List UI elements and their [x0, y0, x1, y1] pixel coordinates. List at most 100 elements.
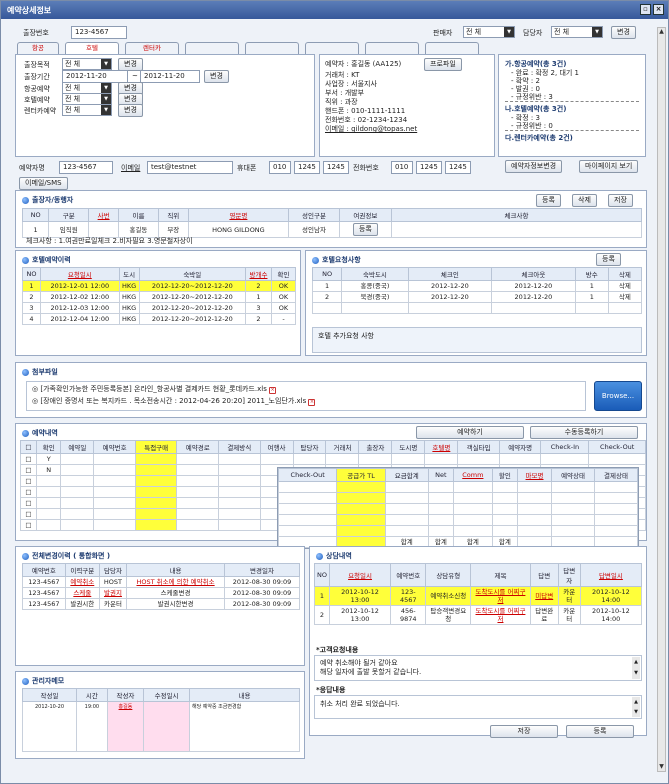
col-header: 이력구분: [64, 563, 100, 577]
agent-select[interactable]: 전 체: [551, 26, 603, 38]
table-row[interactable]: 1 2012-12-01 12:00 HKG 2012-12-20~2012-12-2…: [22, 280, 296, 292]
seller-select[interactable]: 전 체: [463, 26, 515, 38]
tab-empty-3[interactable]: [305, 42, 359, 54]
table-row[interactable]: 123-4567 스케줄 발권지 스케줄변경 2012-08-30 09:09: [22, 587, 300, 599]
row-checkbox[interactable]: □: [19, 508, 38, 520]
table-row[interactable]: [277, 492, 638, 504]
cell: 홍콩(중국): [341, 280, 409, 292]
attachment-file-name[interactable]: [가족확인가능한 주민등록등본] 온라인_항공사별 결제카드 현황_롯데카드.x…: [40, 385, 267, 393]
table-row[interactable]: [277, 481, 638, 493]
attachment-item[interactable]: ◎ [장애인 증명서 또는 복지카드 . 목소전송시간 : 2012-04-26…: [32, 396, 580, 408]
textarea-scroll-icon[interactable]: ▲ ▼: [632, 657, 640, 679]
scroll-up-icon[interactable]: ▲: [658, 28, 665, 36]
register-button[interactable]: 등록: [566, 725, 634, 738]
row-checkbox[interactable]: □: [19, 464, 38, 476]
contact-email-input[interactable]: test@testnet: [147, 161, 233, 174]
purpose-select[interactable]: 전 체: [62, 58, 112, 70]
table-row[interactable]: 4 2012-12-04 12:00 HKG 2012-12-20~2012-12-2…: [22, 313, 296, 325]
manual-register-button[interactable]: 수동등록하기: [530, 426, 638, 439]
tel-part3[interactable]: 1245: [445, 161, 471, 174]
delete-link[interactable]: 삭제: [607, 280, 643, 292]
mobile-part1[interactable]: 010: [269, 161, 291, 174]
summary-divider: [505, 101, 639, 102]
top-change-button[interactable]: 변경: [611, 26, 636, 39]
row-checkbox[interactable]: □: [19, 519, 38, 531]
cell[interactable]: 도착도시를 어찌구 저: [470, 605, 531, 625]
save-button[interactable]: 저장: [490, 725, 558, 738]
customer-request-box[interactable]: 예약 취소해야 될거 같아요 해당 일자에 출발 못할거 같습니다. ▲ ▼: [314, 655, 642, 681]
booker-info-change-button[interactable]: 예약자정보변경: [505, 160, 563, 173]
cell: 2012-12-04 12:00: [40, 313, 120, 325]
attachment-file-name[interactable]: [장애인 증명서 또는 복지카드 . 목소전송시간 : 2012-04-26 2…: [40, 397, 306, 405]
cell: 2: [245, 280, 272, 292]
table-row[interactable]: 2012-10-20 19:00 홍길동 해당 예약중 조금변경함: [22, 701, 300, 752]
row-checkbox[interactable]: □: [19, 475, 38, 487]
tab-rentcar[interactable]: 렌터카: [125, 42, 179, 54]
profile-button[interactable]: 프로파일: [424, 58, 462, 71]
car-change-button[interactable]: 변경: [118, 104, 143, 117]
reply-box[interactable]: 취소 처리 완료 되었습니다. ▲ ▼: [314, 695, 642, 719]
tab-empty-5[interactable]: [425, 42, 479, 54]
table-row[interactable]: 3 2012-12-03 12:00 HKG 2012-12-20~2012-12-2…: [22, 302, 296, 314]
table-row[interactable]: [277, 525, 638, 537]
cell: HKG: [118, 291, 140, 303]
table-row[interactable]: 1 홍콩(중국) 2012-12-20 2012-12-20 1 삭제: [311, 280, 643, 292]
row-checkbox[interactable]: □: [19, 486, 38, 498]
tel-part2[interactable]: 1245: [416, 161, 442, 174]
passport-register-button[interactable]: 등록: [352, 223, 378, 236]
date-to-input[interactable]: 2012-11-20: [140, 70, 200, 83]
scroll-down-icon[interactable]: ▼: [658, 763, 665, 771]
tab-hotel[interactable]: 호텔: [65, 42, 119, 54]
table-row[interactable]: [311, 302, 643, 314]
attachment-item[interactable]: ◎ [가족확인가능한 주민등록등본] 온라인_항공사별 결제카드 현황_롯데카드…: [32, 384, 580, 396]
tab-empty-2[interactable]: [245, 42, 299, 54]
cell[interactable]: 스케줄: [64, 587, 100, 599]
table-row[interactable]: □ Y: [19, 453, 646, 465]
tab-air[interactable]: 항공: [17, 42, 59, 54]
period-change-button[interactable]: 변경: [204, 70, 229, 83]
tab-empty-4[interactable]: [365, 42, 419, 54]
close-icon[interactable]: ×: [653, 4, 664, 15]
table-row[interactable]: 123-4567 예약취소 HOST HOST 취소에 의한 예약취소 2012-08-…: [22, 576, 300, 588]
textarea-scroll-icon[interactable]: ▲ ▼: [632, 697, 640, 717]
table-row[interactable]: 2 북경(중국) 2012-12-20 2012-12-20 1 삭제: [311, 291, 643, 303]
table-row[interactable]: 123-4567 발권시한 카운터 발권시한변경 2012-08-30 09:09: [22, 598, 300, 610]
vertical-scrollbar[interactable]: ▲ ▼: [657, 27, 666, 772]
mobile-part2[interactable]: 1245: [294, 161, 320, 174]
table-row[interactable]: [277, 514, 638, 526]
remove-file-icon[interactable]: ×: [308, 399, 316, 406]
cell[interactable]: 예약취소: [64, 576, 100, 588]
hotel-request-register-button[interactable]: 등록: [596, 253, 621, 266]
table-row[interactable]: 1 2012-10-12 13:00 123-4567 예약취소신청 도착도시를 어찌구…: [314, 586, 643, 606]
email-sms-button[interactable]: 이메일/SMS: [19, 177, 68, 190]
cell: 답변완료: [529, 605, 559, 625]
memo-content[interactable]: 해당 예약중 조금변경함: [189, 701, 300, 752]
tel-part1[interactable]: 010: [391, 161, 413, 174]
car-select[interactable]: 전 체: [62, 104, 112, 116]
traveler-save-button[interactable]: 저장: [608, 194, 633, 207]
table-row[interactable]: [277, 503, 638, 515]
traveler-register-button[interactable]: 등록: [536, 194, 561, 207]
restore-icon[interactable]: ▫: [640, 4, 651, 15]
order-number-input[interactable]: 123-4567: [71, 26, 127, 39]
book-button[interactable]: 예약하기: [416, 426, 524, 439]
row-checkbox[interactable]: □: [19, 453, 38, 465]
delete-link[interactable]: 삭제: [607, 291, 643, 303]
traveler-delete-button[interactable]: 삭제: [572, 194, 597, 207]
mobile-part3[interactable]: 1245: [323, 161, 349, 174]
email-link[interactable]: 이메일 : gildong@topas.net: [325, 124, 417, 134]
remove-file-icon[interactable]: ×: [269, 387, 277, 394]
cell[interactable]: 도착도시를 어찌구 저: [470, 586, 531, 606]
table-row[interactable]: 2 2012-12-02 12:00 HKG 2012-12-20~2012-12-2…: [22, 291, 296, 303]
cell[interactable]: HOST 취소에 의한 예약취소: [126, 576, 226, 588]
table-row[interactable]: 2 2012-10-12 13:00 456-9874 탑승객변경요청 도착도시를 어찌…: [314, 605, 643, 625]
col-header: 작성일: [22, 688, 77, 702]
mypage-button[interactable]: 마이페이지 보기: [579, 160, 639, 173]
cell: 탑승객변경요청: [425, 605, 472, 625]
row-checkbox[interactable]: □: [19, 497, 38, 509]
tab-empty-1[interactable]: [185, 42, 239, 54]
col-header: 담당자: [98, 563, 128, 577]
hotel-extra-request-box[interactable]: 호텔 추가요청 사항: [312, 327, 642, 353]
browse-button[interactable]: Browse...: [594, 381, 642, 411]
booker-no-input[interactable]: 123-4567: [59, 161, 113, 174]
